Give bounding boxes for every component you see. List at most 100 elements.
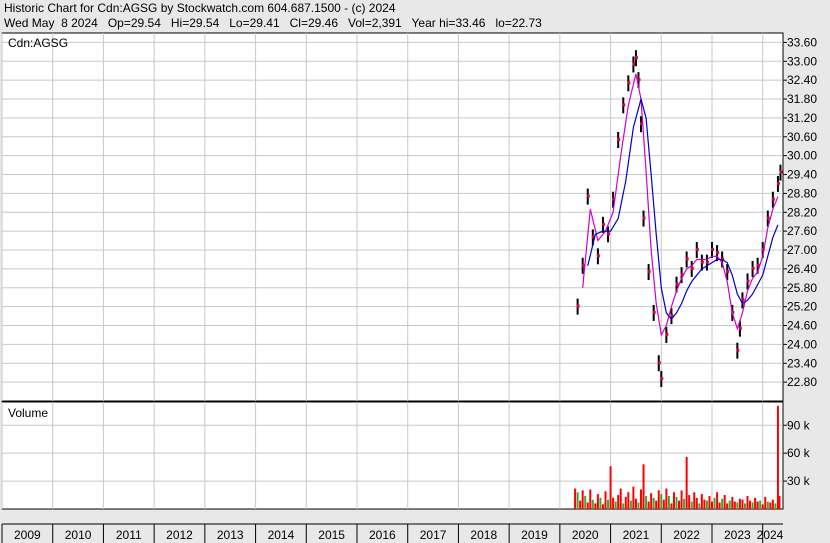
price-close-mark: [751, 266, 755, 270]
volume-bar: [708, 495, 711, 509]
price-close-mark: [736, 348, 740, 352]
price-close-mark: [726, 270, 730, 274]
volume-bar: [652, 497, 655, 509]
volume-bar: [612, 497, 615, 509]
x-tick-label: 2012: [166, 528, 193, 542]
volume-bar: [607, 499, 610, 509]
price-y-tick-label: 24.60: [787, 319, 817, 333]
volume-bar: [713, 497, 716, 509]
volume-bar: [749, 500, 752, 509]
volume-bar: [721, 498, 724, 509]
volume-bar: [579, 500, 582, 509]
price-y-tick-label: 23.40: [787, 356, 817, 370]
volume-bar: [650, 493, 653, 509]
volume-bar: [690, 501, 693, 509]
price-close-mark: [627, 81, 631, 85]
volume-bar: [584, 495, 587, 509]
volume-bar: [766, 501, 769, 509]
price-close-mark: [675, 282, 679, 286]
price-y-tick-label: 28.80: [787, 186, 817, 200]
price-close-mark: [601, 222, 605, 226]
volume-bar: [619, 488, 622, 509]
price-y-tick-label: 32.40: [787, 73, 817, 87]
volume-bar: [761, 504, 764, 509]
volume-bar: [581, 490, 584, 509]
volume-bar: [670, 503, 673, 509]
volume-bar: [754, 497, 757, 509]
volume-bar: [617, 495, 620, 509]
price-y-tick-label: 29.40: [787, 168, 817, 182]
x-tick-label: 2009: [14, 528, 41, 542]
volume-y-axis: 90 k 60 k 30 k: [783, 418, 811, 488]
price-y-tick-label: 24.00: [787, 337, 817, 351]
price-close-mark: [657, 361, 661, 365]
volume-bar: [672, 492, 675, 509]
price-close-mark: [634, 56, 638, 60]
price-y-tick-label: 33.00: [787, 54, 817, 68]
price-close-mark: [776, 181, 780, 185]
volume-bar: [596, 494, 599, 509]
volume-y-tick-label: 30 k: [787, 474, 811, 488]
volume-bar: [741, 499, 744, 509]
price-close-mark: [746, 279, 750, 283]
price-close-mark: [617, 137, 621, 141]
price-y-tick-label: 28.20: [787, 205, 817, 219]
volume-bar: [574, 488, 577, 509]
x-tick-label: 2024: [757, 528, 784, 542]
volume-bar: [627, 492, 630, 509]
volume-bar: [733, 501, 736, 509]
price-y-tick-label: 27.60: [787, 224, 817, 238]
volume-bar: [736, 502, 739, 509]
x-tick-label: 2014: [268, 528, 295, 542]
volume-bar: [645, 495, 648, 509]
price-close-mark: [705, 260, 709, 264]
price-close-mark: [586, 194, 590, 198]
volume-y-tick-label: 90 k: [787, 418, 811, 432]
volume-bar: [599, 497, 602, 509]
volume-bar: [665, 488, 668, 509]
x-tick-label: 2020: [572, 528, 599, 542]
volume-bar: [751, 502, 754, 509]
volume-bar: [769, 502, 772, 509]
price-panel-title: Cdn:AGSG: [8, 36, 68, 50]
price-close-mark: [596, 254, 600, 258]
volume-bar: [683, 498, 686, 509]
volume-bar: [667, 495, 670, 509]
x-tick-label: 2021: [623, 528, 650, 542]
x-tick-label: 2023: [724, 528, 751, 542]
volume-bar: [711, 501, 713, 509]
volume-bar: [756, 501, 759, 509]
volume-bar: [594, 503, 597, 509]
volume-bar: [678, 500, 681, 509]
volume-bar: [647, 501, 650, 509]
volume-bar: [629, 500, 632, 509]
price-close-mark: [685, 257, 689, 261]
volume-bar: [604, 491, 607, 509]
x-tick-label: 2015: [318, 528, 345, 542]
volume-bar: [738, 498, 741, 509]
volume-bar: [731, 496, 734, 509]
volume-bar: [764, 496, 767, 509]
price-y-tick-label: 26.40: [787, 262, 817, 276]
price-y-tick-label: 33.60: [787, 35, 817, 49]
price-volume-chart: Cdn:AGSG 33.6033.0032.4031.8031.2030.603…: [1, 32, 817, 543]
volume-bar: [718, 502, 721, 509]
volume-bar: [660, 494, 663, 509]
volume-bar: [591, 499, 594, 509]
volume-bar: [688, 495, 691, 509]
volume-bar: [637, 502, 640, 509]
volume-bar: [685, 456, 688, 509]
volume-bar: [640, 489, 642, 509]
price-y-tick-label: 31.80: [787, 92, 817, 106]
price-close-mark: [652, 310, 656, 314]
price-panel: [1, 32, 784, 402]
volume-bar: [662, 499, 665, 509]
volume-bar: [675, 496, 678, 509]
price-close-mark: [690, 266, 694, 270]
volume-bar: [657, 490, 660, 509]
x-tick-label: 2011: [116, 528, 142, 542]
price-y-tick-label: 25.80: [787, 281, 817, 295]
volume-bar: [726, 503, 729, 509]
volume-bar: [723, 495, 726, 509]
volume-bar: [624, 496, 627, 509]
